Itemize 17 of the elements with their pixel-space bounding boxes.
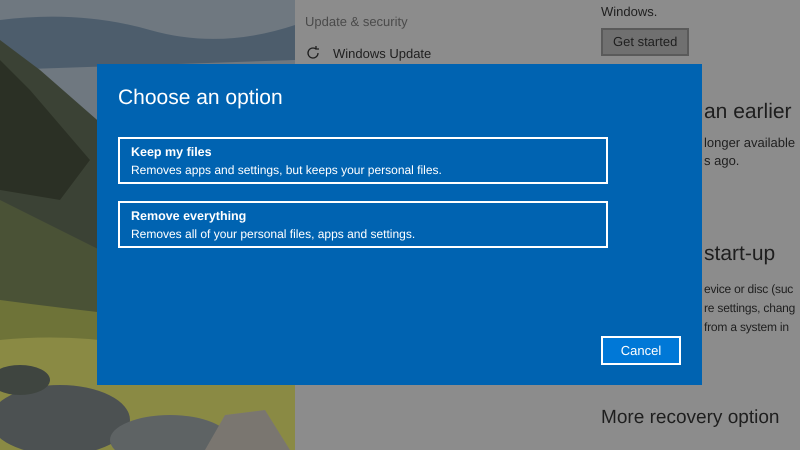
body-text: evice or disc (suc (704, 281, 794, 298)
body-text: Windows. (601, 3, 658, 21)
nav-item[interactable]: Windows Update (333, 44, 432, 63)
section-heading: More recovery option (601, 406, 780, 430)
section-heading: an earlier (704, 99, 792, 125)
option-button[interactable]: Remove everything Removes all of your personal files, apps and settings. (118, 201, 608, 248)
dialog-title: Choose an option (118, 85, 283, 111)
get-started-button[interactable]: Get started (601, 28, 690, 56)
body-text: longer available (704, 134, 796, 152)
refresh-icon (305, 45, 321, 62)
option-button[interactable]: Keep my files Removes apps and settings, but keeps your personal files. (118, 137, 608, 184)
body-text: re settings, chang (704, 300, 796, 317)
body-text: from a system in (704, 319, 789, 336)
section-title: Update & security (305, 13, 408, 31)
section-heading: start-up (704, 241, 776, 267)
body-text: s ago. (704, 152, 740, 170)
cancel-button[interactable]: Cancel (601, 336, 681, 365)
